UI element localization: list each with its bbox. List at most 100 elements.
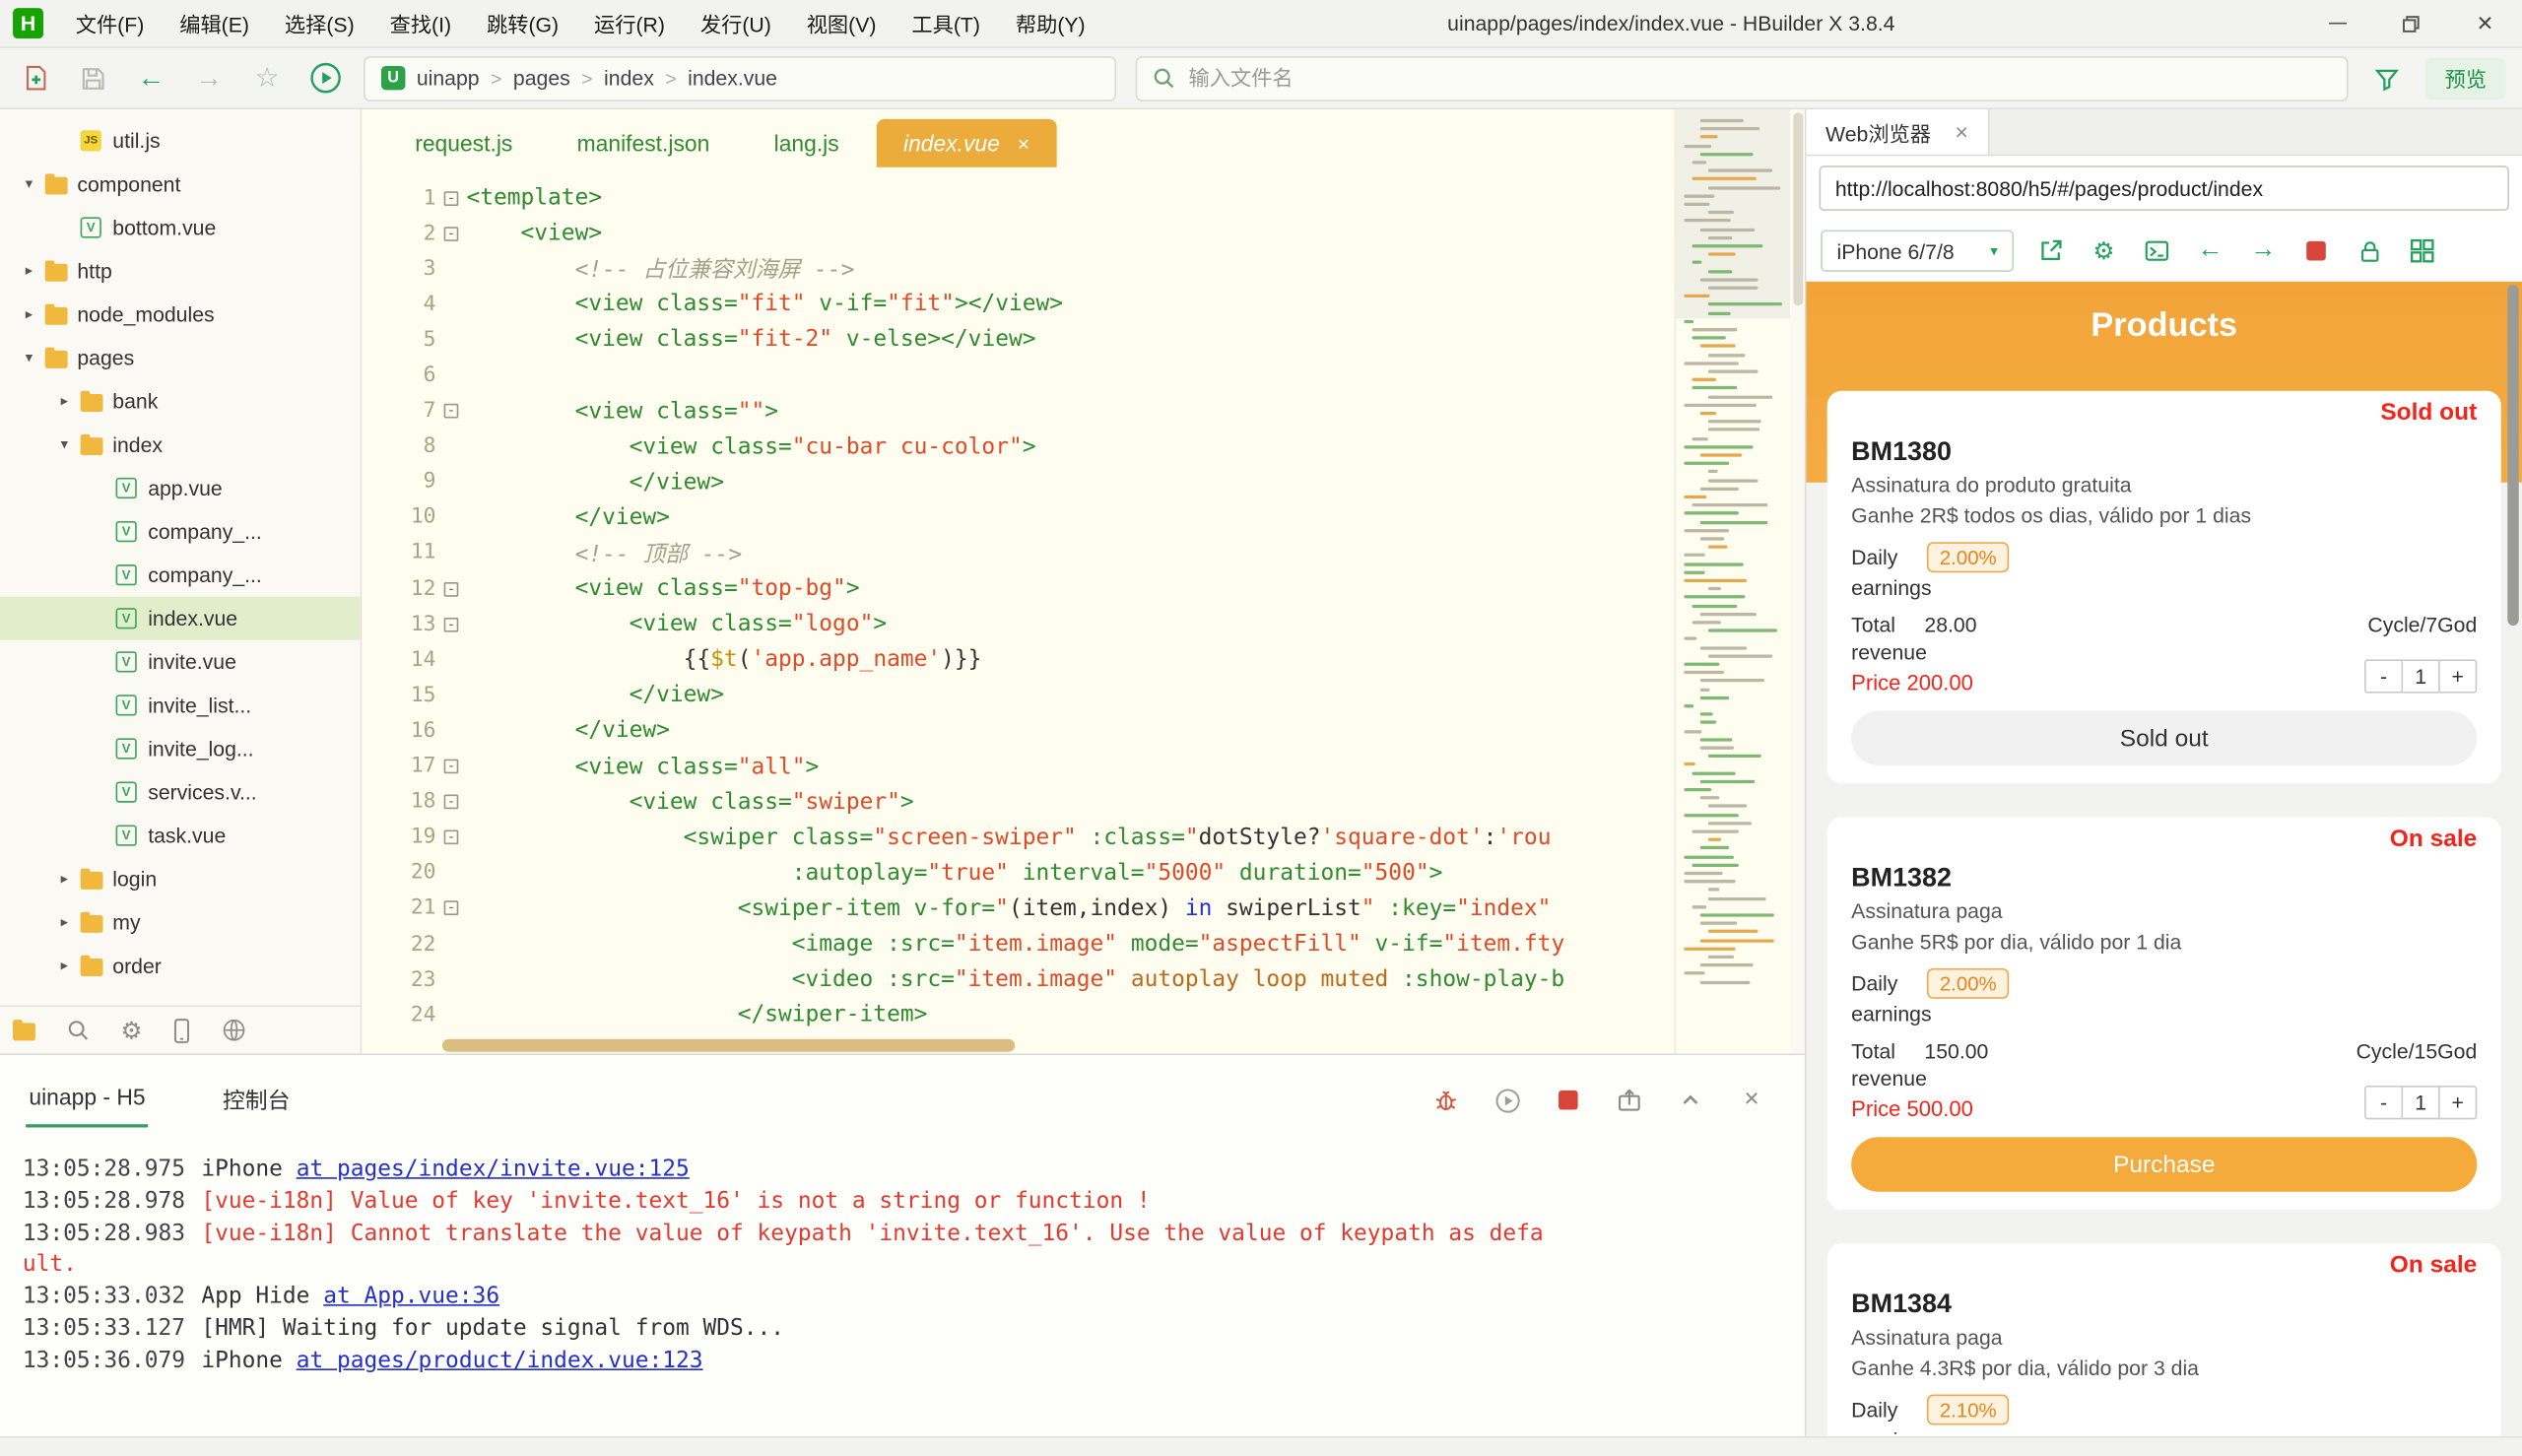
chevron-down-icon[interactable]: ▾	[51, 435, 77, 453]
editor-tab[interactable]: manifest.json	[550, 119, 737, 167]
open-in-browser-icon[interactable]	[2034, 234, 2067, 267]
horizontal-scrollbar-thumb[interactable]	[441, 1038, 1016, 1052]
device-icon[interactable]	[172, 1018, 192, 1043]
tree-item[interactable]: Vinvite.vue	[0, 640, 361, 684]
chevron-right-icon[interactable]: ▸	[51, 392, 77, 410]
minus-button[interactable]: -	[2363, 1086, 2404, 1120]
favorite-button[interactable]: ☆	[247, 59, 286, 98]
send-to-editor-icon[interactable]	[1615, 1086, 1643, 1114]
tree-item[interactable]: Vinvite_list...	[0, 684, 361, 727]
search-files-icon[interactable]	[66, 1018, 90, 1041]
collapse-panel-icon[interactable]	[1676, 1086, 1704, 1114]
chevron-right-icon[interactable]: ▸	[16, 305, 41, 323]
close-tab-icon[interactable]: ×	[1018, 131, 1029, 155]
menu-item[interactable]: 文件(F)	[58, 0, 162, 46]
tree-item[interactable]: Vinvite_log...	[0, 727, 361, 770]
minimize-button[interactable]	[2300, 0, 2374, 46]
forward-icon[interactable]: →	[2247, 234, 2280, 267]
fold-icon[interactable]: -	[435, 900, 466, 916]
tree-item[interactable]: ▸ order	[0, 944, 361, 987]
console-tab[interactable]: uinapp - H5	[26, 1070, 150, 1131]
chevron-right-icon[interactable]: ▸	[51, 957, 77, 974]
save-button[interactable]	[74, 59, 112, 98]
stop-icon[interactable]	[2300, 234, 2333, 267]
tree-item[interactable]: ▾ pages	[0, 336, 361, 379]
close-tab-icon[interactable]: ×	[1955, 119, 1967, 145]
menu-item[interactable]: 视图(V)	[789, 0, 895, 46]
rerun-icon[interactable]	[1493, 1086, 1521, 1114]
tree-item[interactable]: ▾ index	[0, 423, 361, 466]
tab-web-browser[interactable]: Web浏览器 ×	[1806, 109, 1990, 155]
chevron-right-icon[interactable]: ▸	[16, 262, 41, 280]
fold-icon[interactable]: -	[435, 226, 466, 241]
menu-item[interactable]: 工具(T)	[894, 0, 997, 46]
menu-item[interactable]: 运行(R)	[576, 0, 683, 46]
editor-tab[interactable]: lang.js	[747, 119, 867, 167]
breadcrumb-item[interactable]: uinapp	[417, 66, 480, 90]
console-link[interactable]: at pages/index/invite.vue:125	[297, 1157, 690, 1182]
minimap[interactable]	[1674, 109, 1791, 1054]
tree-item[interactable]: Vbottom.vue	[0, 206, 361, 249]
network-icon[interactable]	[223, 1018, 246, 1041]
search-input[interactable]	[1188, 65, 2333, 91]
chevron-right-icon[interactable]: ▸	[51, 870, 77, 888]
product-action-button[interactable]: Sold out	[1851, 710, 2478, 766]
tree-item[interactable]: ▸ my	[0, 900, 361, 944]
tree-item[interactable]: ▸ node_modules	[0, 293, 361, 336]
menu-item[interactable]: 帮助(Y)	[998, 0, 1103, 46]
menu-item[interactable]: 选择(S)	[267, 0, 372, 46]
console-link[interactable]: at pages/product/index.vue:123	[297, 1348, 703, 1373]
chevron-down-icon[interactable]: ▾	[16, 349, 41, 366]
minus-button[interactable]: -	[2363, 659, 2404, 694]
tree-item[interactable]: ▸ bank	[0, 379, 361, 423]
tree-item[interactable]: Vapp.vue	[0, 466, 361, 509]
restore-button[interactable]	[2374, 0, 2448, 46]
preview-button[interactable]: 预览	[2425, 56, 2506, 99]
tree-item[interactable]: Vcompany_...	[0, 554, 361, 597]
breadcrumb-item[interactable]: pages	[513, 66, 570, 90]
new-file-button[interactable]	[16, 59, 54, 98]
preview-scrollbar-thumb[interactable]	[2507, 284, 2519, 627]
editor-tab[interactable]: request.js	[387, 119, 540, 167]
settings-icon[interactable]: ⚙	[120, 1016, 142, 1045]
clear-console-icon[interactable]: ×	[1737, 1086, 1765, 1114]
menu-item[interactable]: 发行(U)	[683, 0, 789, 46]
back-button[interactable]: ←	[132, 59, 170, 98]
back-icon[interactable]: ←	[2194, 234, 2226, 267]
run-button[interactable]	[305, 59, 344, 98]
tree-item[interactable]: JS util.js	[0, 119, 361, 163]
tree-item[interactable]: Vindex.vue	[0, 596, 361, 640]
close-button[interactable]: ×	[2448, 0, 2522, 46]
fold-icon[interactable]: -	[435, 403, 466, 419]
settings-icon[interactable]: ⚙	[2088, 234, 2120, 267]
explorer-icon[interactable]	[13, 1019, 35, 1041]
breadcrumb-item[interactable]: index	[604, 66, 654, 90]
menu-item[interactable]: 编辑(E)	[162, 0, 267, 46]
chevron-down-icon[interactable]: ▾	[16, 175, 41, 193]
console-tab[interactable]: 控制台	[220, 1070, 294, 1131]
device-select[interactable]: iPhone 6/7/8 ▾	[1821, 230, 2015, 272]
menu-item[interactable]: 查找(I)	[372, 0, 469, 46]
debug-icon[interactable]	[1431, 1086, 1460, 1114]
tree-item[interactable]: ▾ component	[0, 163, 361, 206]
fold-icon[interactable]: -	[435, 759, 466, 774]
fold-icon[interactable]: -	[435, 794, 466, 810]
tree-item[interactable]: Vcompany_...	[0, 510, 361, 554]
code-area[interactable]: 1- <template> 2- <view> 3 <!-- 占位兼容刘海屏 --> 4…	[362, 167, 1674, 1054]
fold-icon[interactable]: -	[435, 581, 466, 597]
tree-item[interactable]: ▸ login	[0, 857, 361, 900]
forward-button[interactable]: →	[190, 59, 229, 98]
plus-button[interactable]: +	[2438, 659, 2478, 694]
plus-button[interactable]: +	[2438, 1086, 2478, 1120]
editor-scrollbar-thumb[interactable]	[1792, 112, 1803, 306]
lock-icon[interactable]	[2354, 234, 2386, 267]
editor-tab[interactable]: index.vue ×	[876, 118, 1057, 167]
fold-icon[interactable]: -	[435, 829, 466, 845]
filter-button[interactable]	[2367, 59, 2406, 98]
tree-item[interactable]: Vtask.vue	[0, 814, 361, 857]
devtools-icon[interactable]	[2141, 234, 2173, 267]
chevron-right-icon[interactable]: ▸	[51, 913, 77, 931]
stop-icon[interactable]	[1554, 1086, 1582, 1114]
fold-icon[interactable]: -	[435, 617, 466, 632]
breadcrumb-item[interactable]: index.vue	[688, 66, 777, 90]
